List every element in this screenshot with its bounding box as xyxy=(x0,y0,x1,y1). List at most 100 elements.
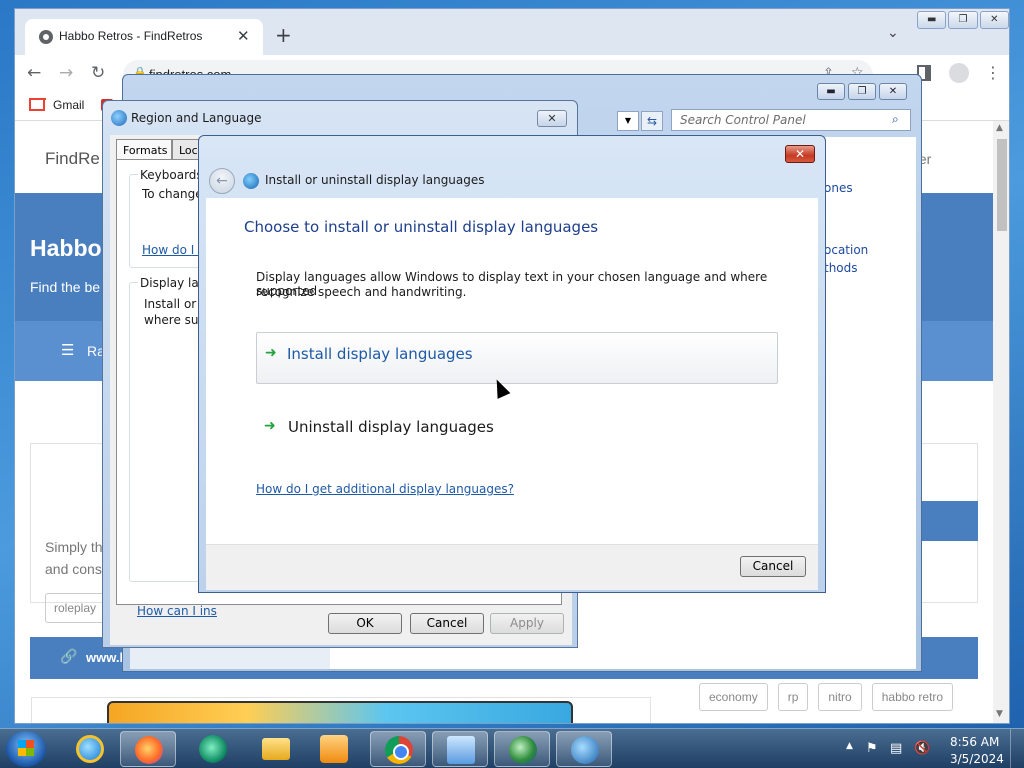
reload-icon[interactable]: ↻ xyxy=(91,63,105,83)
list-icon: ☰ xyxy=(61,341,75,359)
close-button[interactable]: ✕ xyxy=(785,145,815,163)
tab-formats[interactable]: Formats xyxy=(116,139,172,159)
browser-tab[interactable]: Habbo Retros - FindRetros ✕ xyxy=(25,19,263,55)
start-button[interactable] xyxy=(6,731,46,767)
dialog-footer: Cancel xyxy=(206,544,818,590)
maximize-button[interactable]: ❐ xyxy=(848,83,876,100)
page-scrollbar[interactable]: ▲ ▼ xyxy=(993,121,1009,723)
globe-icon xyxy=(111,110,127,126)
option-label: Uninstall display languages xyxy=(288,418,494,436)
folder-icon xyxy=(262,738,290,760)
help-link[interactable]: How do I get additional display language… xyxy=(256,482,514,496)
scrollbar-thumb[interactable] xyxy=(997,139,1007,231)
back-icon[interactable]: ← xyxy=(27,63,41,83)
control-panel-link[interactable]: ones xyxy=(824,181,853,195)
back-arrow-icon: ← xyxy=(216,173,228,189)
language-icon xyxy=(571,736,599,764)
back-button[interactable]: ← xyxy=(209,168,235,194)
tag[interactable]: nitro xyxy=(818,683,862,711)
close-tab-icon[interactable]: ✕ xyxy=(237,27,250,45)
control-panel-link[interactable]: thods xyxy=(824,261,858,275)
taskbar-control-panel[interactable] xyxy=(432,731,488,767)
taskbar: ▲ ⚑ ▤ 🔇 8:56 AM 3/5/2024 xyxy=(0,728,1024,768)
search-icon[interactable]: ⌕ xyxy=(892,112,899,127)
chevron-down-icon[interactable]: ⌄ xyxy=(887,25,899,41)
install-languages-option[interactable]: ➜ Install display languages xyxy=(256,332,778,384)
help-link[interactable]: How do I c xyxy=(142,243,205,257)
close-button[interactable]: ✕ xyxy=(979,11,1009,29)
volume-muted-icon[interactable]: 🔇 xyxy=(914,741,930,756)
taskbar-region-language[interactable] xyxy=(494,731,550,767)
card-description: Simply th xyxy=(45,539,103,555)
arrow-right-icon: ➜ xyxy=(265,345,277,361)
control-panel-icon xyxy=(447,736,475,764)
flag-icon[interactable]: ⚑ xyxy=(866,741,878,756)
forward-icon[interactable]: → xyxy=(59,63,73,83)
tag-list: economy rp nitro habbo retro xyxy=(699,683,954,711)
search-input[interactable]: Search Control Panel ⌕ xyxy=(671,109,911,131)
ok-button[interactable]: OK xyxy=(328,613,402,634)
chrome-icon xyxy=(385,736,413,764)
bookmark-gmail[interactable]: Gmail xyxy=(53,98,84,112)
app-icon xyxy=(199,735,227,763)
site-brand[interactable]: FindRe xyxy=(45,149,100,169)
uninstall-languages-option[interactable]: ➜ Uninstall display languages xyxy=(256,408,778,448)
dialog-heading: Choose to install or uninstall display l… xyxy=(244,218,599,236)
minimize-button[interactable]: ▬ xyxy=(917,11,947,29)
profile-avatar[interactable] xyxy=(949,63,969,83)
refresh-icon[interactable]: ⇆ xyxy=(641,111,663,131)
clock-time[interactable]: 8:56 AM xyxy=(950,735,999,749)
taskbar-internet-explorer[interactable] xyxy=(62,731,118,767)
scroll-down-icon[interactable]: ▼ xyxy=(996,709,1003,719)
tag[interactable]: economy xyxy=(699,683,768,711)
window-controls: ▬ ❐ ✕ xyxy=(917,11,1009,29)
dialog-content: Choose to install or uninstall display l… xyxy=(206,198,818,544)
globe-icon xyxy=(509,736,537,764)
scroll-up-icon[interactable]: ▲ xyxy=(996,123,1003,133)
clock-date[interactable]: 3/5/2024 xyxy=(950,752,1004,766)
show-desktop-button[interactable] xyxy=(1010,729,1024,768)
windows-logo-icon xyxy=(18,740,34,756)
close-button[interactable]: ✕ xyxy=(879,83,907,100)
cancel-button[interactable]: Cancel xyxy=(740,556,806,577)
tab-title: Habbo Retros - FindRetros xyxy=(59,29,203,43)
taskbar-windows-explorer[interactable] xyxy=(248,731,304,767)
taskbar-firefox[interactable] xyxy=(120,731,176,767)
taskbar-app[interactable] xyxy=(185,731,241,767)
network-icon[interactable]: ▤ xyxy=(890,741,902,756)
chevron-down-icon[interactable]: ▼ xyxy=(617,111,639,131)
globe-icon xyxy=(39,30,53,44)
dialog-description: recognize speech and handwriting. xyxy=(256,285,467,299)
window-title: Region and Language xyxy=(131,111,262,125)
card-header xyxy=(922,501,978,541)
taskbar-media-player[interactable] xyxy=(306,731,362,767)
media-player-icon xyxy=(320,735,348,763)
link-icon: 🔗 xyxy=(60,649,78,665)
arrow-right-icon: ➜ xyxy=(264,418,276,434)
dialog-title: Install or uninstall display languages xyxy=(265,173,485,187)
taskbar-display-languages[interactable] xyxy=(556,731,612,767)
minimize-button[interactable]: ▬ xyxy=(817,83,845,100)
option-label: Install display languages xyxy=(287,345,473,363)
window-controls: ▬ ❐ ✕ xyxy=(817,83,907,100)
gmail-icon xyxy=(29,99,45,111)
status-area xyxy=(130,645,330,669)
menu-icon[interactable]: ⋮ xyxy=(985,63,1001,82)
cancel-button[interactable]: Cancel xyxy=(410,613,484,634)
display-languages-dialog: ✕ ← Install or uninstall display languag… xyxy=(198,135,826,593)
group-description: To change xyxy=(142,187,203,201)
close-button[interactable]: ✕ xyxy=(537,110,567,127)
help-link[interactable]: How can I ins xyxy=(137,604,217,618)
tag[interactable]: habbo retro xyxy=(871,683,954,711)
new-tab-icon[interactable]: + xyxy=(275,23,292,47)
control-panel-link[interactable]: ocation xyxy=(824,243,868,257)
show-hidden-icons[interactable]: ▲ xyxy=(846,741,853,751)
group-description: where sup xyxy=(144,313,207,327)
apply-button[interactable]: Apply xyxy=(490,613,564,634)
hero-title: Habbo xyxy=(30,235,102,261)
search-placeholder: Search Control Panel xyxy=(680,113,806,127)
globe-icon xyxy=(243,173,259,189)
taskbar-chrome[interactable] xyxy=(370,731,426,767)
tag[interactable]: rp xyxy=(777,683,809,711)
maximize-button[interactable]: ❐ xyxy=(948,11,978,29)
